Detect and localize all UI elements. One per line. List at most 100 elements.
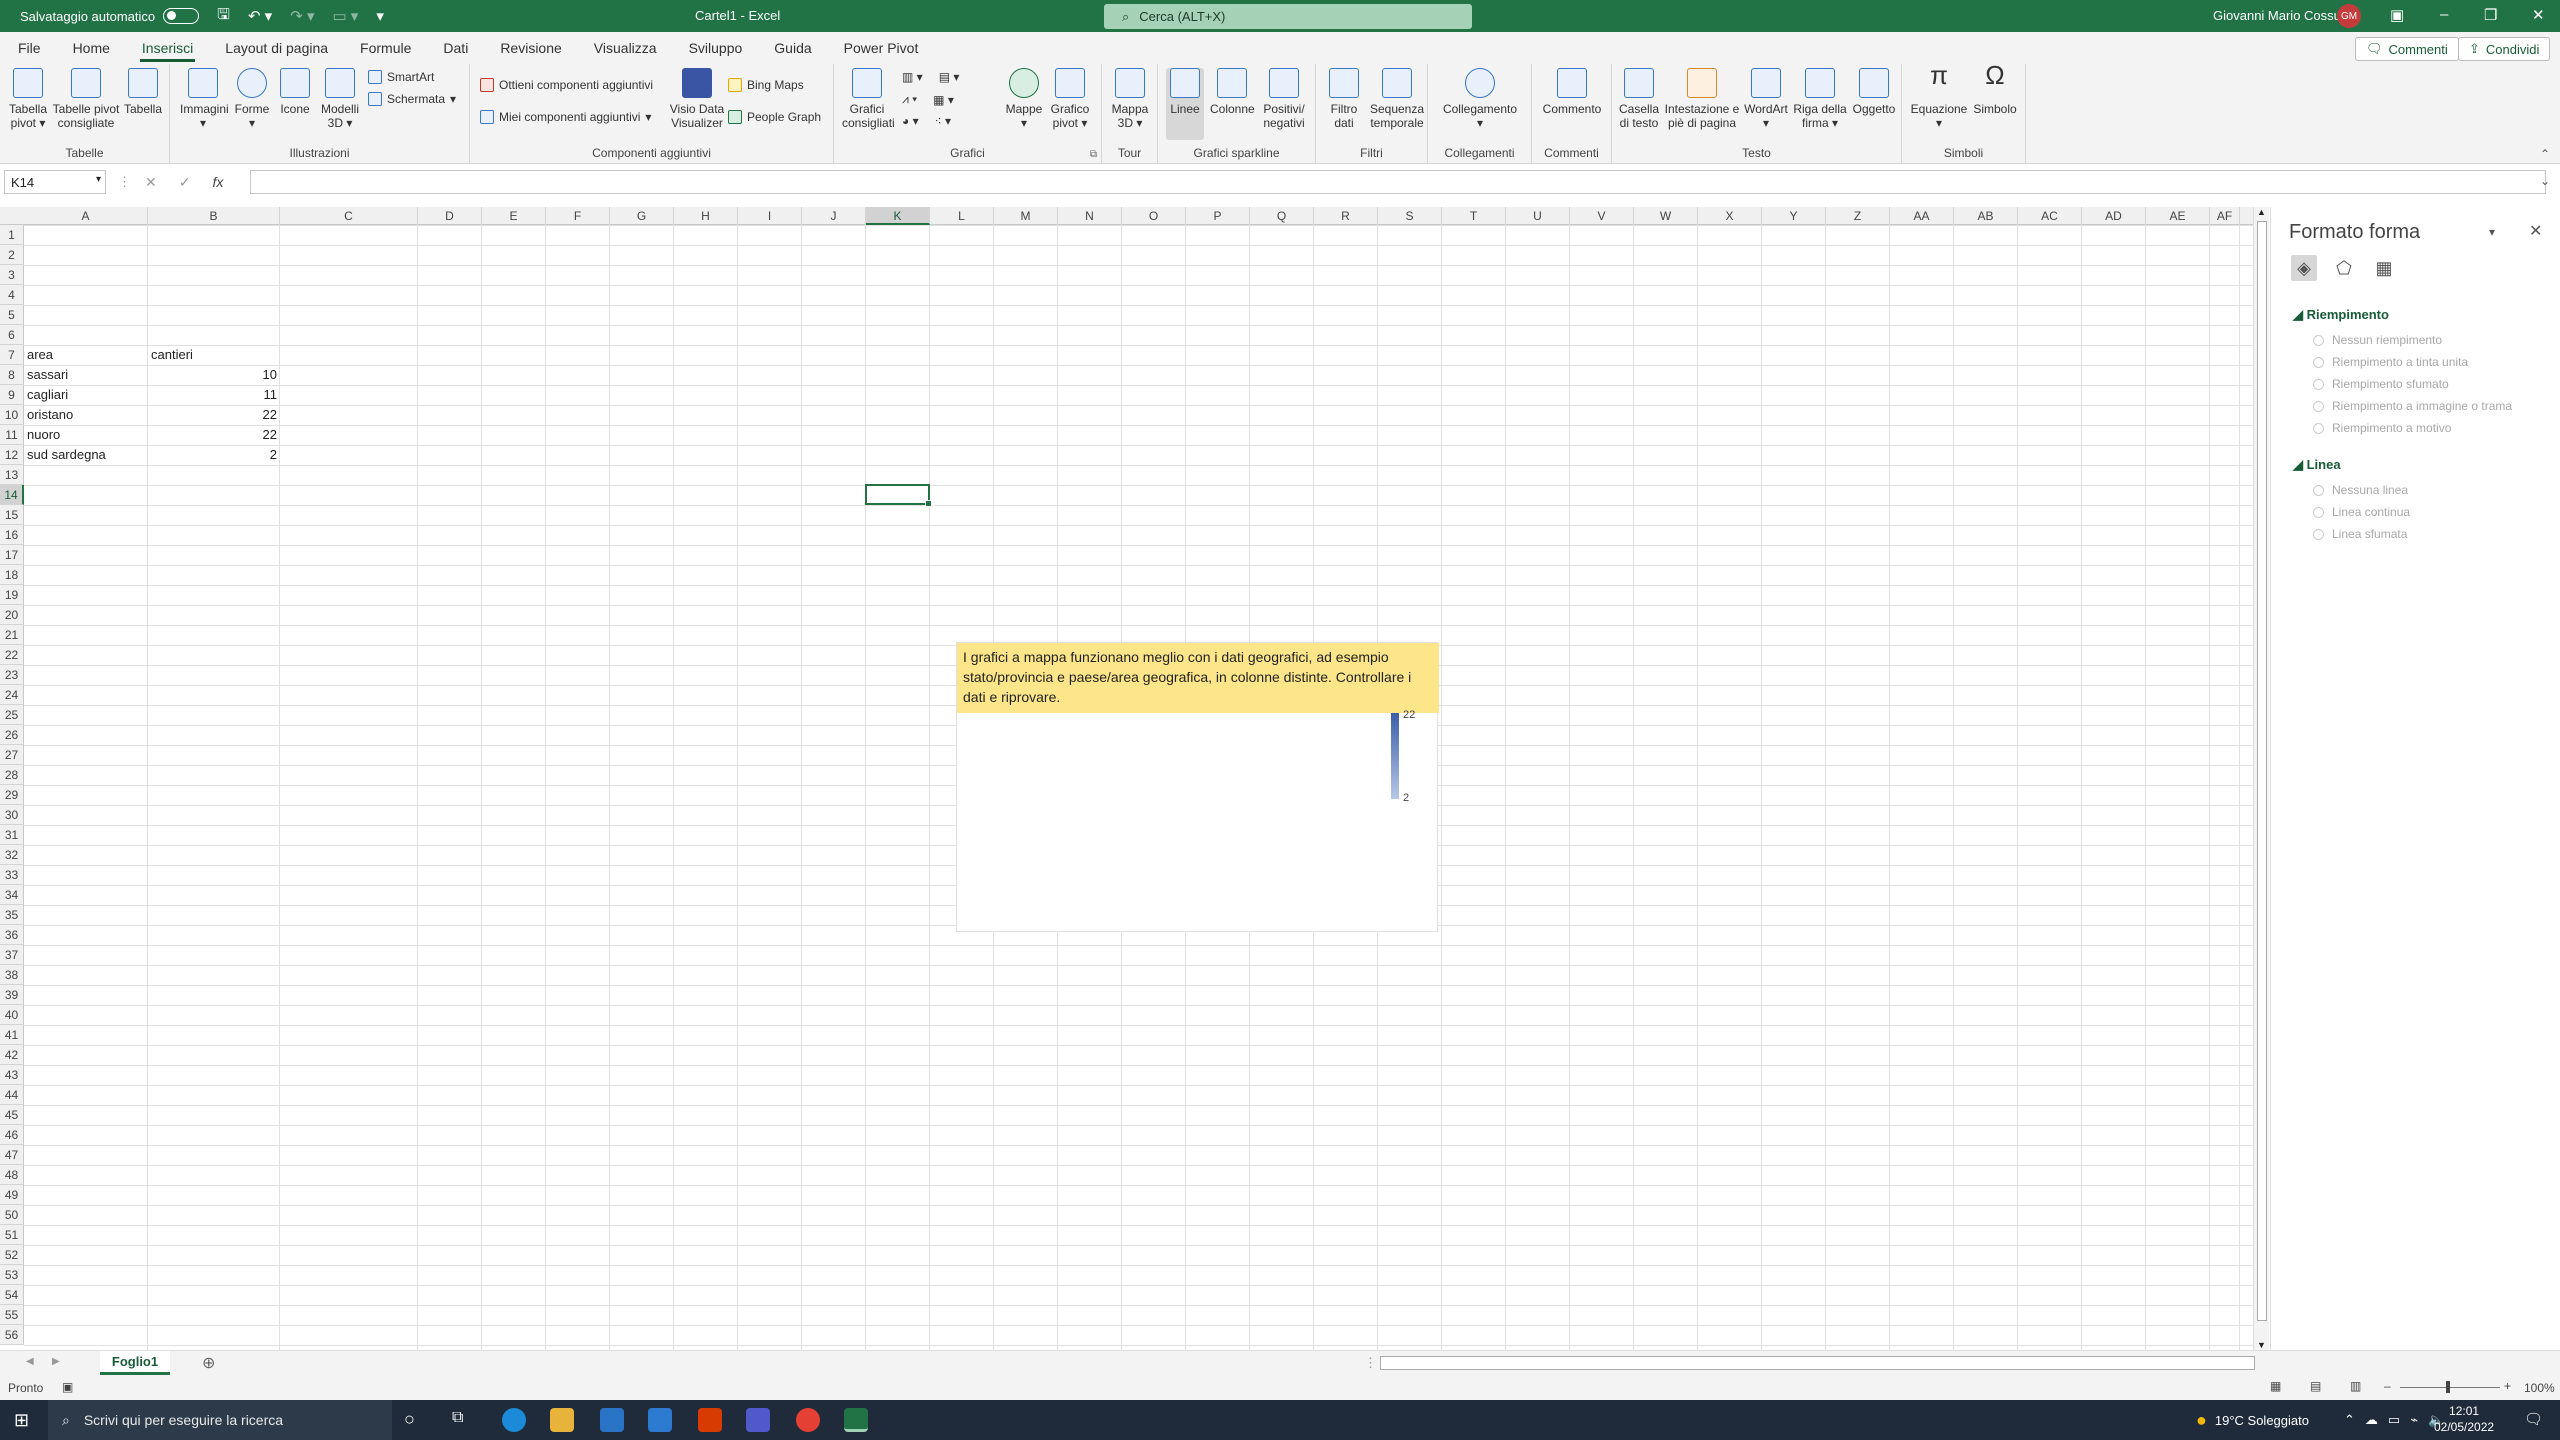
column-header-AD[interactable]: AD: [2082, 207, 2146, 225]
customize-qat-icon[interactable]: ▾: [376, 7, 384, 25]
row-header-46[interactable]: 46: [0, 1125, 24, 1145]
cell-B8[interactable]: 10: [148, 365, 280, 385]
collapse-ribbon-icon[interactable]: ⌃: [2540, 147, 2550, 161]
row-header-14[interactable]: 14: [0, 485, 24, 505]
cell-B11[interactable]: 22: [148, 425, 280, 445]
horizontal-scrollbar[interactable]: [1380, 1356, 2255, 1370]
vertical-scrollbar[interactable]: ▲ ▼: [2253, 207, 2269, 1350]
row-header-22[interactable]: 22: [0, 645, 24, 665]
tab-file[interactable]: File: [2, 32, 57, 64]
screenshot-button[interactable]: Schermata ▾: [368, 92, 456, 106]
close-icon[interactable]: ✕: [2532, 6, 2545, 24]
3d-map-button[interactable]: Mappa 3D ▾: [1108, 68, 1152, 130]
row-header-50[interactable]: 50: [0, 1205, 24, 1225]
row-header-35[interactable]: 35: [0, 905, 24, 925]
tab-guida[interactable]: Guida: [758, 32, 827, 64]
notifications-icon[interactable]: 🗨: [2524, 1410, 2543, 1428]
row-header-16[interactable]: 16: [0, 525, 24, 545]
row-header-42[interactable]: 42: [0, 1045, 24, 1065]
recommended-charts-button[interactable]: Grafici consigliati: [842, 68, 895, 130]
column-header-AE[interactable]: AE: [2146, 207, 2210, 225]
tray-chevron-icon[interactable]: ⌃: [2344, 1412, 2355, 1428]
row-header-26[interactable]: 26: [0, 725, 24, 745]
dialog-launcher-icon[interactable]: ⧉: [1090, 149, 1097, 160]
avatar[interactable]: GM: [2337, 4, 2361, 28]
column-header-R[interactable]: R: [1314, 207, 1378, 225]
row-header-24[interactable]: 24: [0, 685, 24, 705]
fill-option[interactable]: Riempimento a immagine o trama: [2313, 399, 2512, 413]
column-header-G[interactable]: G: [610, 207, 674, 225]
column-chart-icon[interactable]: ▥ ▾: [902, 70, 923, 84]
radio-icon[interactable]: [2313, 506, 2324, 518]
cloud-icon[interactable]: ☁: [2365, 1412, 2378, 1428]
name-box[interactable]: K14 ▾: [4, 170, 106, 194]
column-header-Y[interactable]: Y: [1762, 207, 1826, 225]
next-sheet-icon[interactable]: ▶: [52, 1356, 60, 1367]
size-properties-icon[interactable]: ▦: [2371, 255, 2397, 281]
fill-option[interactable]: Riempimento a tinta unita: [2313, 355, 2468, 369]
icons-button[interactable]: Icone: [276, 68, 314, 116]
wordart-button[interactable]: WordArt ▾: [1742, 68, 1790, 130]
get-addins-button[interactable]: Ottieni componenti aggiuntivi: [480, 78, 653, 92]
row-header-1[interactable]: 1: [0, 225, 24, 245]
save-icon[interactable]: 🖫: [217, 4, 230, 29]
column-header-Z[interactable]: Z: [1826, 207, 1890, 225]
teams-icon[interactable]: [746, 1408, 770, 1432]
row-header-47[interactable]: 47: [0, 1145, 24, 1165]
page-break-icon[interactable]: ▥: [2350, 1379, 2361, 1393]
edge-icon[interactable]: [502, 1408, 526, 1432]
fill-option[interactable]: Riempimento a motivo: [2313, 421, 2451, 435]
new-comment-button[interactable]: Commento: [1538, 68, 1606, 116]
row-header-40[interactable]: 40: [0, 1005, 24, 1025]
row-header-19[interactable]: 19: [0, 585, 24, 605]
radio-icon[interactable]: [2313, 334, 2324, 346]
row-header-11[interactable]: 11: [0, 425, 24, 445]
row-header-7[interactable]: 7: [0, 345, 24, 365]
row-header-31[interactable]: 31: [0, 825, 24, 845]
row-header-5[interactable]: 5: [0, 305, 24, 325]
row-header-41[interactable]: 41: [0, 1025, 24, 1045]
column-header-J[interactable]: J: [802, 207, 866, 225]
scatter-chart-icon[interactable]: ⁖ ▾: [935, 114, 951, 128]
user-name[interactable]: Giovanni Mario Cossu: [2213, 8, 2341, 23]
column-header-U[interactable]: U: [1506, 207, 1570, 225]
timeline-button[interactable]: Sequenza temporale: [1368, 68, 1426, 130]
pane-options-icon[interactable]: ▾: [2489, 225, 2495, 239]
zoom-slider-thumb[interactable]: [2446, 1381, 2450, 1393]
3d-models-button[interactable]: Modelli 3D ▾: [318, 68, 362, 130]
undo-icon[interactable]: ↶ ▾: [248, 7, 272, 25]
row-header-27[interactable]: 27: [0, 745, 24, 765]
mail-icon[interactable]: [648, 1408, 672, 1432]
column-header-M[interactable]: M: [994, 207, 1058, 225]
column-header-AC[interactable]: AC: [2018, 207, 2082, 225]
sheet-tab-foglio1[interactable]: Foglio1: [100, 1351, 170, 1375]
column-header-H[interactable]: H: [674, 207, 738, 225]
sparkline-winloss-button[interactable]: Positivi/ negativi: [1258, 68, 1310, 130]
taskbar-search[interactable]: ⌕ Scrivi qui per eseguire la ricerca: [48, 1400, 392, 1440]
zoom-out-icon[interactable]: –: [2384, 1379, 2391, 1393]
column-header-A[interactable]: A: [24, 207, 148, 225]
autosave-toggle[interactable]: [163, 8, 200, 24]
row-header-18[interactable]: 18: [0, 565, 24, 585]
display-icon[interactable]: ▭: [2388, 1412, 2400, 1428]
scroll-up-icon[interactable]: ▲: [2257, 207, 2266, 217]
row-header-10[interactable]: 10: [0, 405, 24, 425]
weather-widget[interactable]: ● 19°C Soleggiato: [2196, 1400, 2309, 1440]
line-chart-icon[interactable]: ⩘ ▾: [902, 92, 917, 107]
row-header-53[interactable]: 53: [0, 1265, 24, 1285]
column-header-D[interactable]: D: [418, 207, 482, 225]
page-layout-icon[interactable]: ▤: [2310, 1379, 2321, 1393]
tab-sviluppo[interactable]: Sviluppo: [673, 32, 759, 64]
radio-icon[interactable]: [2313, 484, 2324, 496]
row-header-56[interactable]: 56: [0, 1325, 24, 1345]
row-header-33[interactable]: 33: [0, 865, 24, 885]
effects-icon[interactable]: ⬠: [2331, 255, 2357, 281]
row-header-49[interactable]: 49: [0, 1185, 24, 1205]
network-icon[interactable]: ⌁: [2410, 1412, 2418, 1428]
equation-button[interactable]: π Equazione ▾: [1910, 62, 1968, 130]
images-button[interactable]: Immagini ▾: [180, 68, 229, 130]
row-header-52[interactable]: 52: [0, 1245, 24, 1265]
column-header-T[interactable]: T: [1442, 207, 1506, 225]
comments-button[interactable]: 🗨 Commenti: [2355, 37, 2459, 61]
smartart-button[interactable]: SmartArt: [368, 70, 434, 84]
